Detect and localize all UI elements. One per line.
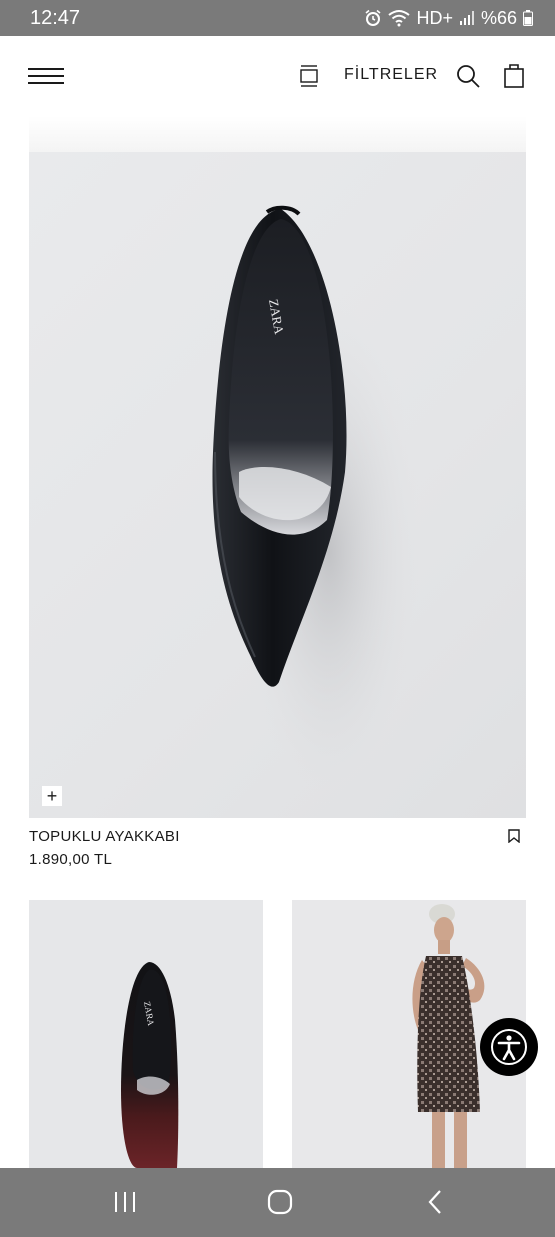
menu-button[interactable] [28,66,64,86]
wifi-icon [388,10,411,27]
network-label: HD+ [416,7,453,28]
accessibility-button[interactable] [480,1018,538,1076]
back-icon[interactable] [426,1189,444,1215]
add-to-cart-button[interactable]: + [42,786,62,806]
menu-icon-line [28,82,64,84]
battery-icon [523,10,533,26]
home-icon[interactable] [266,1188,294,1216]
menu-icon-line [28,75,64,77]
bookmark-icon[interactable] [508,829,520,843]
header-bar: FİLTRELER [0,36,555,116]
accessibility-icon [491,1029,527,1065]
status-icons: HD+ %66 [364,8,533,29]
signal-icon [459,11,474,25]
shopping-bag-icon[interactable] [503,62,525,88]
product-card-burgundy-pump[interactable]: ZARA [29,900,263,1168]
previous-product-image-edge [29,116,526,152]
grid-view-icon[interactable] [298,64,320,88]
search-icon[interactable] [455,63,481,89]
burgundy-pump-illustration: ZARA [121,962,179,1168]
alarm-icon [365,9,381,26]
product-name[interactable]: TOPUKLU AYAKKABI [29,828,180,845]
product-image-black-pump[interactable]: ZARA + [29,152,526,818]
product-price: 1.890,00 TL [29,851,113,868]
black-pump-shoe-illustration: ZARA [212,205,424,812]
battery-percent: %66 [480,7,517,28]
menu-icon [28,68,64,70]
status-bar: 12:47 HD+ %66 [0,0,555,36]
navigation-bar [0,1168,555,1237]
recent-apps-icon[interactable] [112,1190,138,1214]
filters-button[interactable]: FİLTRELER [344,66,438,84]
status-time: 12:47 [30,6,81,29]
